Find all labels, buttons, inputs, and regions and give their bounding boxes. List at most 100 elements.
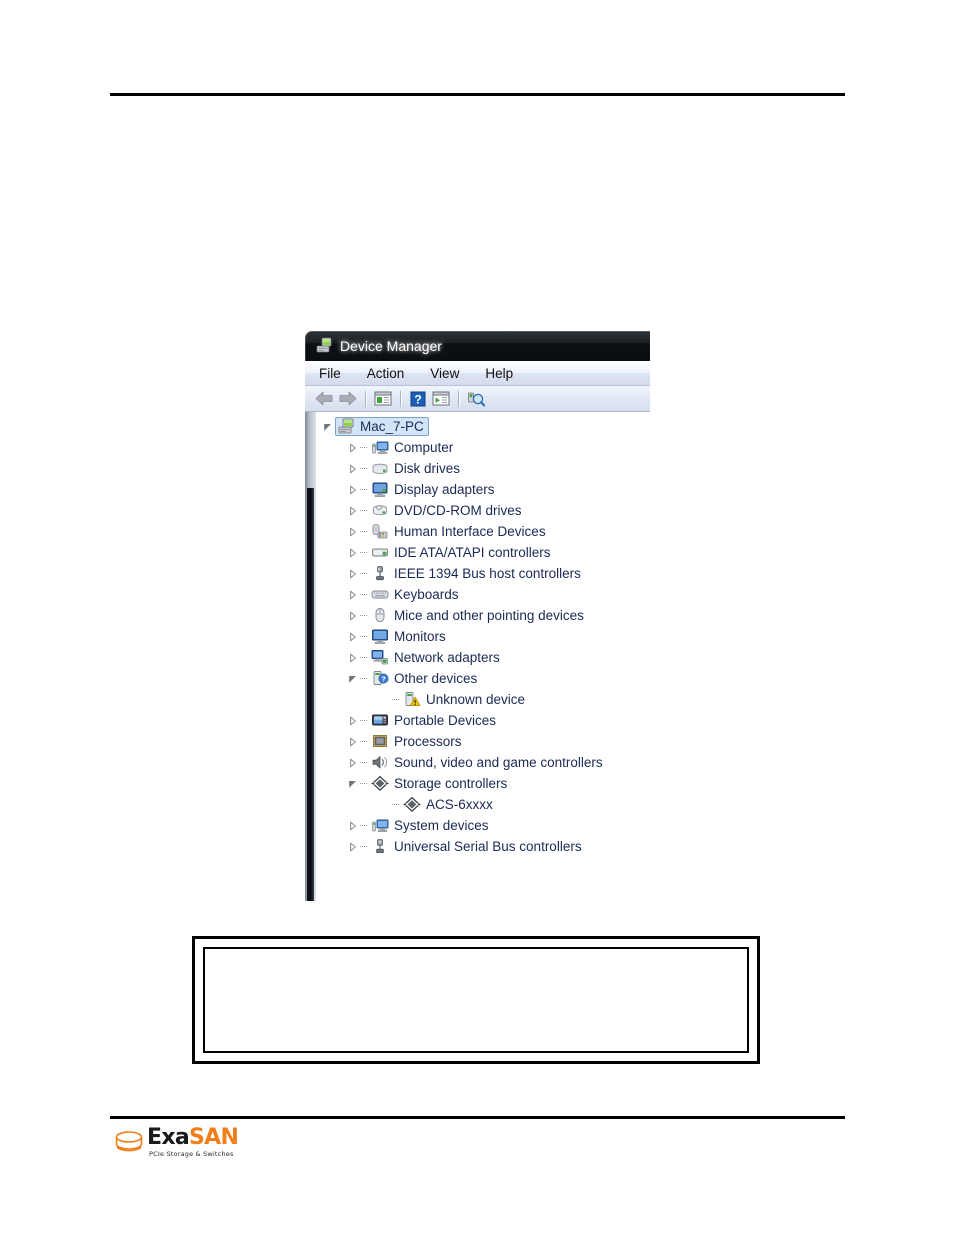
tree-item-dvd-cd-rom-drives[interactable]: DVD/CD-ROM drives: [316, 500, 650, 521]
tree-connector: [360, 542, 369, 563]
expand-triangle-icon[interactable]: [346, 836, 360, 857]
menu-item-file[interactable]: File: [316, 365, 344, 382]
tree-item-human-interface-devices[interactable]: Human Interface Devices: [316, 521, 650, 542]
exasan-logo: ExaSAN PCIe Storage & Switches: [114, 1126, 324, 1166]
tree-item-other-devices[interactable]: ? Other devices: [316, 668, 650, 689]
tree-item-sound-video-and-game-controllers[interactable]: Sound, video and game controllers: [316, 752, 650, 773]
system-device-icon: [371, 817, 389, 834]
collapse-triangle-icon[interactable]: [346, 773, 360, 794]
tree-item-label: Processors: [394, 734, 462, 749]
ide-controller-icon: [371, 544, 389, 561]
computer-icon: [371, 439, 389, 456]
tree-connector: [360, 647, 369, 668]
tree-item-label: Computer: [394, 440, 454, 455]
tree-item-system-devices[interactable]: System devices: [316, 815, 650, 836]
expand-triangle-icon[interactable]: [346, 521, 360, 542]
tree-item-network-adapters[interactable]: Network adapters: [316, 647, 650, 668]
logo-tagline: PCIe Storage & Switches: [149, 1150, 234, 1158]
monitor-icon: [371, 628, 389, 645]
pane-left-edge: [305, 412, 316, 901]
footer-rule: [110, 1116, 845, 1119]
collapse-triangle-icon[interactable]: [346, 668, 360, 689]
tree-connector: [360, 773, 369, 794]
storage-cylinder-icon: [114, 1130, 144, 1156]
tree-item-label: IEEE 1394 Bus host controllers: [394, 566, 581, 581]
logo-text-exa: Exa: [147, 1125, 190, 1150]
tree-item-ieee-1394-bus-host-controllers[interactable]: IEEE 1394 Bus host controllers: [316, 563, 650, 584]
computer-root-icon: [337, 418, 355, 435]
expand-triangle-icon[interactable]: [346, 731, 360, 752]
expand-triangle-icon[interactable]: [346, 647, 360, 668]
exasan-wordmark: ExaSAN: [147, 1125, 239, 1150]
keyboard-icon: [371, 586, 389, 603]
tree-item-monitors[interactable]: Monitors: [316, 626, 650, 647]
tree-item-storage-controllers[interactable]: Storage controllers: [316, 773, 650, 794]
tree-item-unknown-device[interactable]: Unknown device: [316, 689, 650, 710]
tree-item-portable-devices[interactable]: Portable Devices: [316, 710, 650, 731]
properties-icon[interactable]: [372, 389, 393, 409]
tree-item-processors[interactable]: Processors: [316, 731, 650, 752]
expand-triangle-icon[interactable]: [346, 479, 360, 500]
device-manager-icon: [315, 337, 333, 355]
tree-connector: [392, 689, 401, 710]
menu-item-view[interactable]: View: [427, 365, 462, 382]
tree-item-ide-ata-atapi-controllers[interactable]: IDE ATA/ATAPI controllers: [316, 542, 650, 563]
tree-item-acs-6xxxx[interactable]: ACS-6xxxx: [316, 794, 650, 815]
tree-item-mice-and-other-pointing-devices[interactable]: Mice and other pointing devices: [316, 605, 650, 626]
tree-item-computer[interactable]: Computer: [316, 437, 650, 458]
update-driver-icon[interactable]: [430, 389, 451, 409]
tree-item-disk-drives[interactable]: Disk drives: [316, 458, 650, 479]
menubar: File Action View Help: [305, 361, 650, 386]
expand-triangle-icon[interactable]: [346, 500, 360, 521]
processor-icon: [371, 733, 389, 750]
menu-item-action[interactable]: Action: [364, 365, 408, 382]
expand-triangle-icon[interactable]: [346, 563, 360, 584]
tree-connector: [360, 815, 369, 836]
tree-item-label: Portable Devices: [394, 713, 497, 728]
tree-item-label: System devices: [394, 818, 489, 833]
expand-triangle-icon[interactable]: [346, 458, 360, 479]
tree-item-universal-serial-bus-controllers[interactable]: Universal Serial Bus controllers: [316, 836, 650, 857]
expand-triangle-icon[interactable]: [346, 584, 360, 605]
expand-triangle-icon[interactable]: [346, 710, 360, 731]
tree-item-display-adapters[interactable]: Display adapters: [316, 479, 650, 500]
tree-connector: [360, 521, 369, 542]
svg-text:?: ?: [381, 675, 386, 684]
tree-connector: [360, 563, 369, 584]
tree-item-mac-7-pc[interactable]: Mac_7-PC: [316, 416, 650, 437]
header-rule: [110, 93, 845, 96]
usb-controller-icon: [371, 838, 389, 855]
tree-item-label: Human Interface Devices: [394, 524, 546, 539]
expand-triangle-icon[interactable]: [346, 605, 360, 626]
expand-triangle-icon[interactable]: [346, 542, 360, 563]
tree-connector: [360, 836, 369, 857]
tree-item-label: ACS-6xxxx: [426, 797, 493, 812]
collapse-triangle-icon[interactable]: [321, 416, 335, 437]
tree-connector: [360, 458, 369, 479]
help-icon[interactable]: ?: [407, 389, 428, 409]
tree-item-label: Mac_7-PC: [360, 419, 424, 434]
sound-controller-icon: [371, 754, 389, 771]
tree-connector: [360, 437, 369, 458]
expand-triangle-icon[interactable]: [346, 752, 360, 773]
back-icon[interactable]: [314, 389, 335, 409]
expand-triangle-icon[interactable]: [346, 815, 360, 836]
expand-triangle-icon[interactable]: [346, 437, 360, 458]
titlebar[interactable]: Device Manager: [305, 331, 650, 361]
menu-item-help[interactable]: Help: [482, 365, 516, 382]
expand-triangle-icon[interactable]: [346, 626, 360, 647]
toolbar-separator: [458, 390, 460, 407]
tree-leaf-connector: [378, 794, 392, 815]
tree-item-label: DVD/CD-ROM drives: [394, 503, 522, 518]
tree-connector: [360, 605, 369, 626]
tree-connector: [360, 752, 369, 773]
forward-icon[interactable]: [337, 389, 358, 409]
dvd-drive-icon: [371, 502, 389, 519]
display-adapter-icon: [371, 481, 389, 498]
device-tree[interactable]: Mac_7-PC Computer Disk drives Display adapt…: [316, 414, 650, 901]
disk-drive-icon: [371, 460, 389, 477]
tree-item-label: Disk drives: [394, 461, 461, 476]
scan-hardware-changes-icon[interactable]: [465, 389, 486, 409]
tree-item-keyboards[interactable]: Keyboards: [316, 584, 650, 605]
tree-connector: [360, 731, 369, 752]
